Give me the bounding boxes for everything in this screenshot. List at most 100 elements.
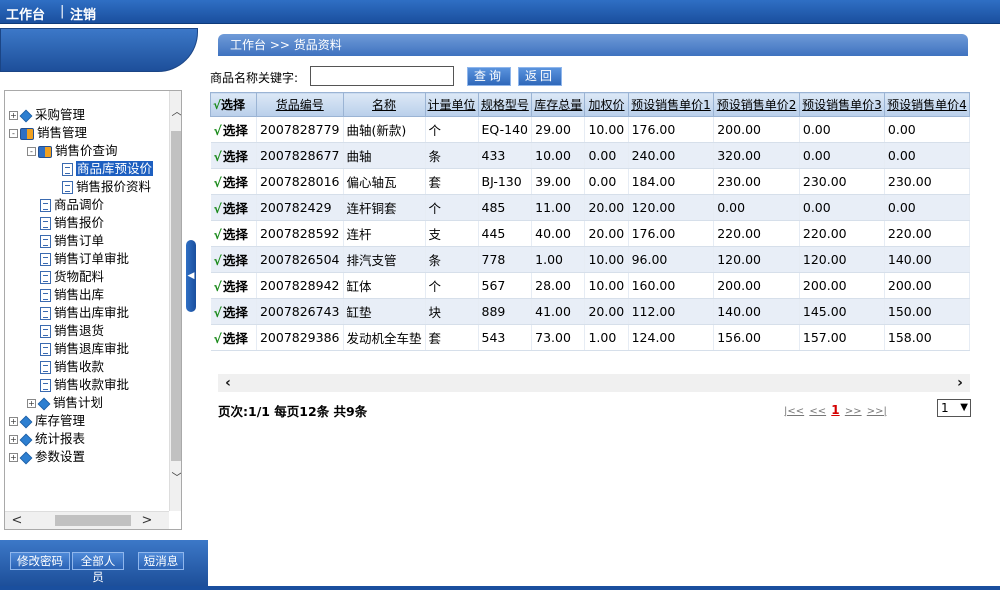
bottom-left-bar: 修改密码 全部人员 短消息	[0, 540, 208, 586]
sidebar-item[interactable]: 销售报价	[27, 215, 104, 231]
table-cell: 偏心轴瓦	[343, 168, 426, 195]
document-icon	[62, 163, 73, 176]
table-cell: 220.00	[713, 220, 800, 247]
column-header[interactable]: 预设销售单价1	[627, 92, 715, 117]
short-message-button[interactable]: 短消息	[138, 552, 184, 570]
expand-icon[interactable]: +	[9, 417, 18, 426]
back-button[interactable]: 返回	[518, 67, 562, 86]
first-page-link[interactable]: |<<	[784, 406, 804, 417]
column-header[interactable]: 预设销售单价4	[883, 92, 970, 117]
table-cell: 120.00	[713, 246, 800, 273]
column-header[interactable]: 库存总量	[531, 92, 586, 117]
scroll-thumb[interactable]	[171, 131, 181, 461]
document-icon	[40, 199, 51, 212]
sidebar-item[interactable]: 销售订单审批	[27, 251, 129, 267]
current-page-link[interactable]: 1	[831, 403, 839, 417]
expand-icon[interactable]: +	[9, 435, 18, 444]
column-header[interactable]: 名称	[342, 92, 426, 117]
table-cell: 连杆	[343, 220, 426, 247]
check-icon: √	[213, 149, 222, 164]
sidebar-item[interactable]: - 销售价查询	[27, 143, 118, 159]
select-label: 选择	[222, 227, 248, 242]
sidebar-item-label: 销售出库	[54, 287, 105, 302]
change-password-button[interactable]: 修改密码	[10, 552, 70, 570]
sidebar-vertical-scrollbar[interactable]: ︿ ﹀	[169, 91, 182, 511]
sidebar-item[interactable]: 销售出库	[27, 287, 104, 303]
select-row-link[interactable]: √选择	[210, 324, 257, 351]
check-icon: √	[213, 123, 222, 138]
collapse-icon[interactable]: -	[9, 129, 18, 138]
sidebar-item[interactable]: + 参数设置	[9, 449, 85, 465]
sidebar-item[interactable]: + 库存管理	[9, 413, 85, 429]
product-name-search-input[interactable]	[310, 66, 454, 86]
select-row-link[interactable]: √选择	[210, 116, 257, 143]
expand-icon[interactable]: +	[9, 111, 18, 120]
sidebar-item[interactable]: 销售报价资料	[49, 179, 151, 195]
sidebar-item[interactable]: 商品调价	[27, 197, 104, 213]
table-cell: 0.00	[884, 142, 970, 169]
all-staff-button[interactable]: 全部人员	[72, 552, 124, 584]
table-cell: 28.00	[531, 272, 586, 299]
table-cell: 套	[425, 324, 479, 351]
scroll-left-icon[interactable]: <	[9, 513, 25, 529]
sidebar-horizontal-scrollbar[interactable]: < >	[5, 511, 169, 529]
grid-horizontal-scrollbar[interactable]: ‹ ›	[218, 374, 970, 392]
expand-icon[interactable]: +	[27, 399, 36, 408]
table-cell: 567	[478, 272, 533, 299]
sidebar-item[interactable]: 销售退库审批	[27, 341, 129, 357]
scroll-up-icon[interactable]: ︿	[171, 105, 182, 119]
h-scroll-thumb[interactable]	[55, 515, 131, 526]
column-header[interactable]: 加权价	[584, 92, 629, 117]
logout-link[interactable]: 注销	[70, 4, 96, 23]
top-bar: 工作台 | 注销	[0, 0, 1000, 24]
select-row-link[interactable]: √选择	[210, 142, 257, 169]
page-select[interactable]: 1 ▼	[937, 399, 971, 417]
sidebar-item[interactable]: 销售收款审批	[27, 377, 129, 393]
sidebar-item[interactable]: + 统计报表	[9, 431, 85, 447]
column-header[interactable]: 货品编号	[255, 92, 344, 117]
expand-icon[interactable]: +	[9, 453, 18, 462]
last-page-link[interactable]: >>|	[867, 406, 887, 417]
table-row: √选择 2007826743 缸垫块 889 41.00 20.00 112.00 140.0…	[210, 298, 970, 325]
select-row-link[interactable]: √选择	[210, 272, 257, 299]
sidebar-item-label: 参数设置	[35, 449, 86, 464]
column-header[interactable]: 预设销售单价2	[713, 92, 800, 117]
select-row-link[interactable]: √选择	[210, 194, 257, 221]
scroll-down-icon[interactable]: ﹀	[171, 471, 182, 485]
next-page-link[interactable]: >>	[845, 406, 862, 417]
column-header[interactable]: 计量单位	[424, 92, 479, 117]
query-button[interactable]: 查询	[467, 67, 511, 86]
table-cell: 39.00	[531, 168, 586, 195]
select-row-link[interactable]: √选择	[210, 220, 257, 247]
sidebar-collapse-toggle[interactable]: ◀	[186, 240, 196, 312]
select-row-link[interactable]: √选择	[210, 298, 257, 325]
left-banner	[0, 24, 208, 76]
grid-scroll-left-icon[interactable]: ‹	[220, 374, 236, 392]
sidebar-item[interactable]: + 采购管理	[9, 107, 85, 123]
column-header[interactable]: 规格型号	[477, 92, 533, 117]
sidebar-item[interactable]: 销售收款	[27, 359, 104, 375]
grid-scroll-right-icon[interactable]: ›	[952, 374, 968, 392]
check-icon: √	[213, 279, 222, 294]
table-cell: 433	[478, 142, 533, 169]
table-row: √选择 2007828779 曲轴(新款) 个 EQ-140 29.00 10.00 176.…	[210, 116, 970, 143]
scroll-right-icon[interactable]: >	[139, 513, 155, 529]
sidebar-item[interactable]: 商品库预设价	[49, 161, 154, 177]
sidebar-item[interactable]: + 销售计划	[27, 395, 103, 411]
table-cell: 曲轴(新款)	[343, 116, 426, 143]
select-row-link[interactable]: √选择	[210, 246, 257, 273]
sidebar-item[interactable]: 货物配料	[27, 269, 104, 285]
prev-page-link[interactable]: <<	[809, 406, 826, 417]
select-label: 选择	[222, 305, 248, 320]
sidebar-item[interactable]: 销售退货	[27, 323, 104, 339]
column-header[interactable]: 预设销售单价3	[798, 92, 885, 117]
select-row-link[interactable]: √选择	[210, 168, 257, 195]
diamond-icon	[19, 433, 33, 446]
table-row: √选择 2007826504 排汽支管条 778 1.00 10.00 96.00 120.0…	[210, 246, 970, 273]
sidebar-item[interactable]: 销售订单	[27, 233, 104, 249]
table-cell: 120.00	[799, 246, 885, 273]
collapse-icon[interactable]: -	[27, 147, 36, 156]
sidebar-item[interactable]: - 销售管理	[9, 125, 87, 141]
sidebar-item[interactable]: 销售出库审批	[27, 305, 129, 321]
workbench-link[interactable]: 工作台	[6, 4, 45, 23]
